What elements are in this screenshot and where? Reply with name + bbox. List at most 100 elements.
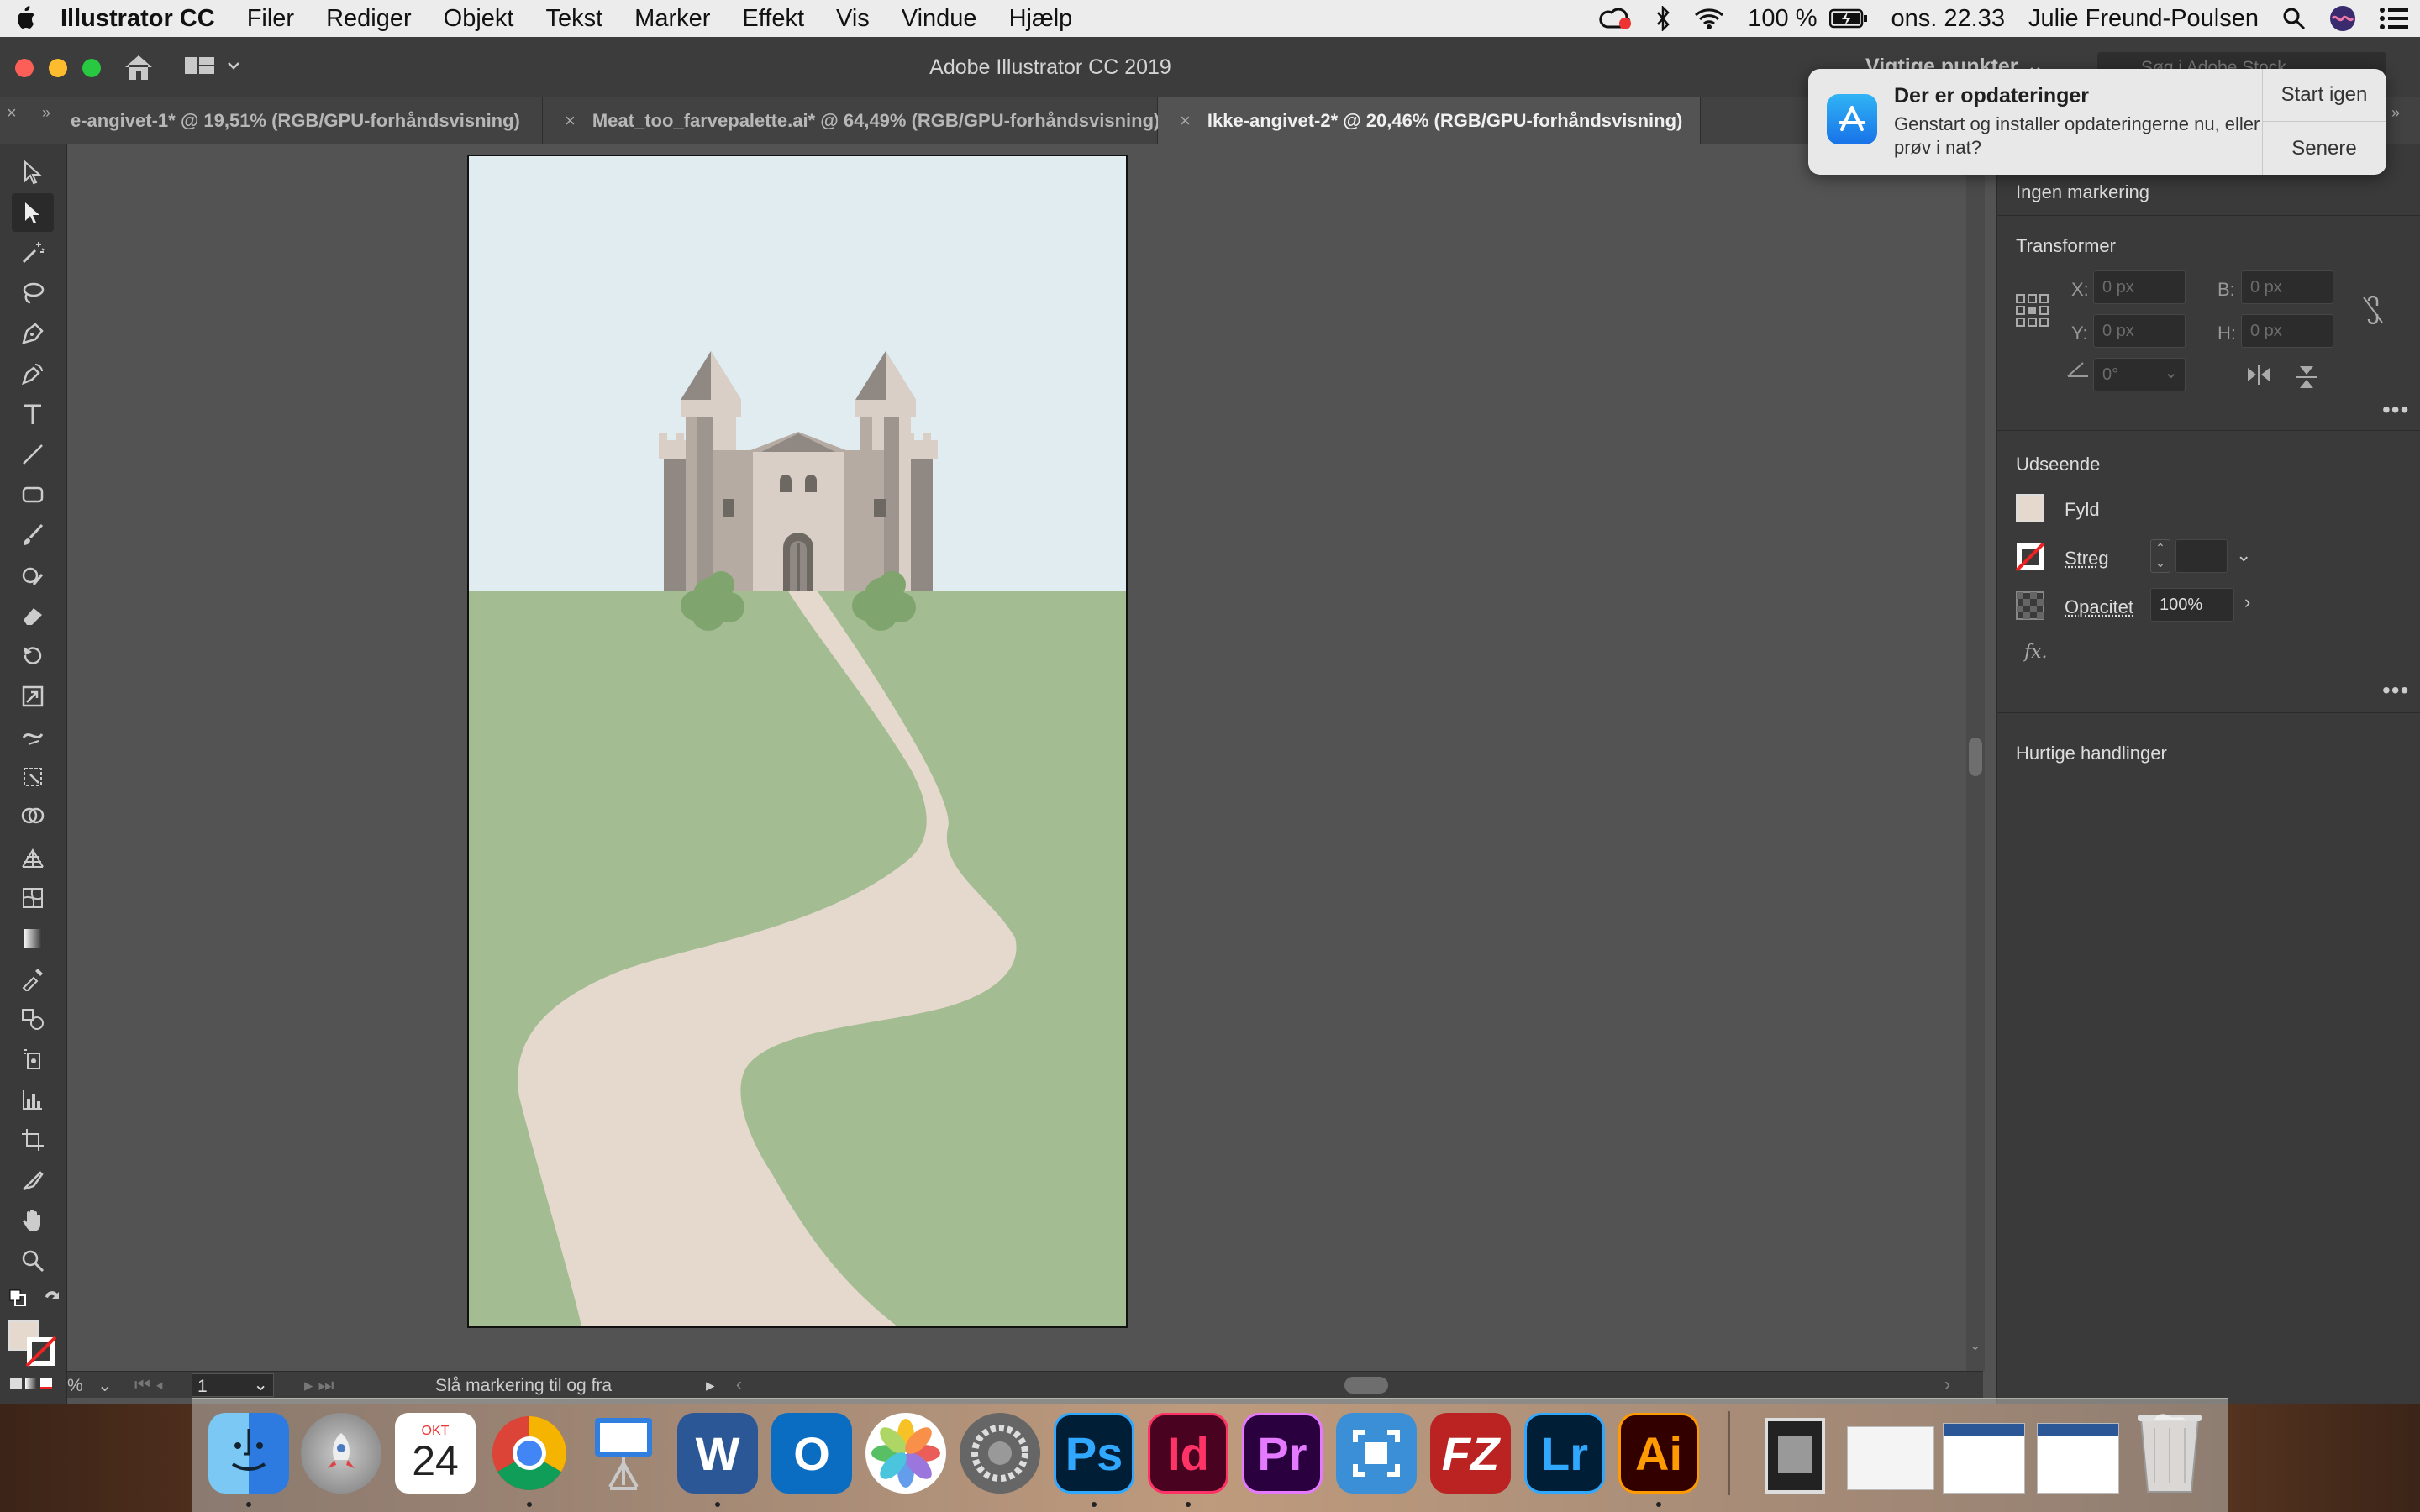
- app-menu[interactable]: Illustrator CC: [54, 5, 231, 33]
- artboard-number-field[interactable]: 1 ⌄: [192, 1373, 274, 1397]
- siri-icon[interactable]: [2317, 5, 2368, 32]
- stroke-label[interactable]: Streg: [2065, 548, 2109, 570]
- close-panel-icon[interactable]: ×: [7, 104, 17, 123]
- stroke-weight-field[interactable]: [2175, 539, 2228, 573]
- eraser-tool-icon[interactable]: [12, 596, 54, 635]
- height-field[interactable]: 0 px: [2241, 314, 2333, 348]
- appearance-more-icon[interactable]: •••: [2382, 677, 2409, 704]
- constrain-proportions-icon[interactable]: [2360, 296, 2386, 324]
- trash-icon[interactable]: [2134, 1408, 2205, 1495]
- minimized-word-doc-thumbnail[interactable]: [1943, 1423, 2025, 1494]
- pen-tool-icon[interactable]: [12, 314, 54, 353]
- finder-icon[interactable]: [208, 1413, 289, 1494]
- perspective-grid-tool-icon[interactable]: [12, 838, 54, 877]
- menu-hjaelp[interactable]: Hjælp: [993, 5, 1089, 33]
- flip-vertical-icon[interactable]: [2296, 365, 2317, 390]
- more-options-icon[interactable]: •••: [2382, 396, 2409, 423]
- word-icon[interactable]: W: [677, 1413, 758, 1494]
- collapse-icon[interactable]: »: [42, 104, 50, 122]
- outlook-icon[interactable]: O: [771, 1413, 852, 1494]
- zoom-dropdown-icon[interactable]: ⌄: [97, 1375, 113, 1396]
- apple-menu-icon[interactable]: [0, 6, 54, 31]
- menu-objekt[interactable]: Objekt: [428, 5, 530, 33]
- minimized-word-doc-thumbnail[interactable]: [2037, 1423, 2119, 1494]
- y-field[interactable]: 0 px: [2093, 314, 2186, 348]
- close-tab-icon[interactable]: ×: [565, 110, 576, 132]
- scale-tool-icon[interactable]: [12, 677, 54, 716]
- menu-filer[interactable]: Filer: [231, 5, 310, 33]
- zoom-tool-icon[interactable]: [12, 1242, 54, 1280]
- selection-tool-icon[interactable]: [12, 153, 54, 192]
- later-button[interactable]: Senere: [2262, 122, 2386, 175]
- expand-panels-icon[interactable]: »: [2391, 104, 2400, 122]
- eyedropper-tool-icon[interactable]: [12, 959, 54, 998]
- calendar-icon[interactable]: OKT 24: [395, 1413, 476, 1494]
- launchpad-icon[interactable]: [301, 1413, 381, 1494]
- photos-icon[interactable]: [865, 1413, 946, 1494]
- shape-builder-tool-icon[interactable]: [12, 798, 54, 837]
- width-tool-icon[interactable]: [12, 717, 54, 756]
- scroll-right-icon[interactable]: ›: [1944, 1375, 1950, 1395]
- paintbrush-tool-icon[interactable]: [12, 516, 54, 554]
- indesign-icon[interactable]: Id: [1148, 1413, 1228, 1494]
- minimized-window-thumbnail[interactable]: [1765, 1418, 1825, 1494]
- creative-cloud-icon[interactable]: [1586, 7, 1644, 30]
- column-graph-tool-icon[interactable]: [12, 1080, 54, 1119]
- mesh-tool-icon[interactable]: [12, 879, 54, 917]
- first-prev-artboard-icons[interactable]: ⏮◂: [134, 1375, 168, 1395]
- stroke-swatch[interactable]: [2016, 543, 2044, 571]
- menu-marker[interactable]: Marker: [618, 5, 726, 33]
- wifi-icon[interactable]: [1682, 7, 1736, 30]
- stroke-weight-dropdown-icon[interactable]: ⌄: [2236, 544, 2251, 566]
- status-menu-arrow-icon[interactable]: ▸: [706, 1375, 715, 1396]
- restart-button[interactable]: Start igen: [2262, 69, 2386, 121]
- minimized-document-thumbnail[interactable]: [1847, 1426, 1934, 1490]
- reference-point-icon[interactable]: [2016, 294, 2049, 328]
- default-colors-icon[interactable]: [8, 1289, 29, 1309]
- width-field[interactable]: 0 px: [2241, 270, 2333, 304]
- flip-horizontal-icon[interactable]: [2246, 365, 2271, 385]
- scrollbar-thumb[interactable]: [1969, 738, 1982, 776]
- rotate-tool-icon[interactable]: [12, 637, 54, 675]
- vertical-scrollbar[interactable]: ⌄: [1966, 144, 1985, 1371]
- chrome-icon[interactable]: [489, 1413, 570, 1494]
- horizontal-scrollbar-thumb[interactable]: [1344, 1377, 1388, 1394]
- line-tool-icon[interactable]: [12, 435, 54, 474]
- free-transform-tool-icon[interactable]: [12, 758, 54, 796]
- zoom-level[interactable]: %: [67, 1376, 83, 1396]
- type-tool-icon[interactable]: [12, 395, 54, 433]
- opacity-field[interactable]: 100%: [2150, 588, 2234, 622]
- stroke-weight-stepper[interactable]: ⌃ ⌄: [2150, 539, 2170, 573]
- fill-swatch[interactable]: [2016, 494, 2044, 522]
- close-tab-icon[interactable]: ×: [1180, 110, 1191, 132]
- keynote-icon[interactable]: [583, 1413, 664, 1494]
- artboard-tool-icon[interactable]: [12, 1121, 54, 1159]
- menu-vis[interactable]: Vis: [820, 5, 886, 33]
- illustrator-icon[interactable]: Ai: [1618, 1413, 1699, 1494]
- x-field[interactable]: 0 px: [2093, 270, 2186, 304]
- notification-center-icon[interactable]: [2368, 8, 2420, 29]
- artboard[interactable]: [467, 155, 1128, 1328]
- symbol-sprayer-tool-icon[interactable]: [12, 1040, 54, 1079]
- stroke-none-swatch[interactable]: [25, 1336, 57, 1368]
- next-last-artboard-icons[interactable]: ▸⏭: [304, 1375, 339, 1396]
- battery-icon[interactable]: [1828, 8, 1880, 29]
- curvature-tool-icon[interactable]: [12, 354, 54, 393]
- tab-ikke-angivet-2[interactable]: × Ikke-angivet-2* @ 20,46% (RGB/GPU-forh…: [1158, 97, 1701, 144]
- premiere-icon[interactable]: Pr: [1242, 1413, 1323, 1494]
- slice-tool-icon[interactable]: [12, 1161, 54, 1200]
- swap-colors-icon[interactable]: [42, 1289, 62, 1309]
- direct-selection-tool-icon[interactable]: [12, 193, 54, 232]
- fx-button[interactable]: fx.: [2024, 642, 2048, 663]
- lightroom-icon[interactable]: Lr: [1524, 1413, 1605, 1494]
- system-preferences-icon[interactable]: [960, 1413, 1040, 1494]
- tab-ikke-angivet-1[interactable]: e-angivet-1* @ 19,51% (RGB/GPU-forhåndsv…: [54, 97, 543, 144]
- menu-effekt[interactable]: Effekt: [726, 5, 820, 33]
- scroll-down-icon[interactable]: ⌄: [1970, 1337, 1981, 1354]
- rectangle-tool-icon[interactable]: [12, 475, 54, 514]
- menu-rediger[interactable]: Rediger: [310, 5, 428, 33]
- filezilla-icon[interactable]: FZ: [1430, 1413, 1511, 1494]
- gradient-tool-icon[interactable]: [12, 919, 54, 958]
- shaper-tool-icon[interactable]: [12, 556, 54, 595]
- menubar-user[interactable]: Julie Freund-Poulsen: [2017, 5, 2270, 33]
